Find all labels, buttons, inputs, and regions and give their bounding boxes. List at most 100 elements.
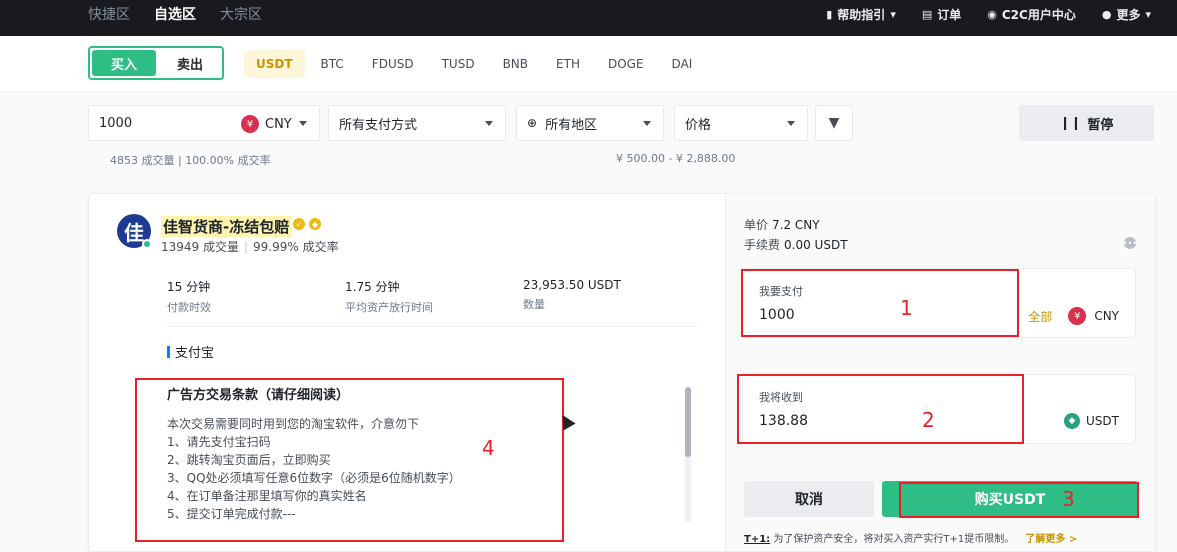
cny-icon: ¥ [1068,307,1087,325]
merchant-stats: 13949 成交量 | 99.99% 成交率 [161,238,339,255]
order-count: 13949 成交量 [161,240,239,254]
fee-value: 0.00 USDT [784,238,848,252]
annotation-box-4 [135,378,564,542]
buy-sell-toggle: 买入 卖出 [88,46,224,80]
coin-doge[interactable]: DOGE [596,50,656,78]
usdt-icon: ◆ [1064,413,1081,429]
annotation-box-3 [899,482,1139,518]
chevron-down-icon [299,121,307,126]
chevron-down-icon: ▾ [1145,7,1151,21]
cancel-button[interactable]: 取消 [744,481,874,517]
annotation-number-1: 1 [900,296,913,320]
sell-tab[interactable]: 卖出 [158,48,222,78]
c2c-center-link[interactable]: ◉ C2C用户中心 [987,6,1076,23]
metric-label: 平均资产放行时间 [345,301,433,314]
coin-usdt[interactable]: USDT [244,50,305,78]
pay-unit-label: CNY [1094,309,1119,323]
buy-tab[interactable]: 买入 [92,50,156,76]
top-nav: 快捷区 自选区 大宗区 ▮ 帮助指引 ▾ ▤ 订单 ◉ C2C用户中心 ● 更多… [0,0,1177,36]
fiat-label: CNY [265,116,292,132]
verified-icon: ✓ [293,218,305,230]
coin-tusd[interactable]: TUSD [430,50,487,78]
metric-payment-time: 15 分钟 付款时效 [167,278,211,315]
coin-fdusd[interactable]: FDUSD [360,50,426,78]
terms-scrollbar[interactable] [685,387,691,522]
metric-quantity: 23,953.50 USDT 数量 [523,278,621,312]
filter-button[interactable]: ▼ [815,105,853,141]
help-menu[interactable]: ▮ 帮助指引 ▾ [826,6,896,23]
coin-eth[interactable]: ETH [544,50,592,78]
payment-method-marker [167,345,170,358]
payment-method: 支付宝 [167,342,214,361]
receive-unit-label: USDT [1086,414,1119,428]
prev-row-range: ¥ 500.00 - ¥ 2,888.00 [616,152,736,165]
more-label: 更多 [1116,7,1141,22]
fiat-select[interactable]: ¥ CNY [241,115,292,133]
merchant-badges: ✓ ◆ [293,218,321,230]
coin-list: USDT BTC FDUSD TUSD BNB ETH DOGE DAI [244,50,708,78]
note-text: 为了保护资产安全，将对买入资产实行T+1提币限制。 [773,534,1015,545]
globe-icon: ⊕ [527,116,538,130]
payment-method-label: 支付宝 [175,346,215,361]
pause-button[interactable]: ❙❙ 暂停 [1019,105,1154,141]
scrollbar-thumb[interactable] [685,387,691,457]
amount-input[interactable]: 1000 ¥ CNY [88,105,320,141]
annotation-number-3: 3 [1062,487,1075,511]
region-label: 所有地区 [545,117,598,133]
more-icon: ● [1101,7,1112,21]
pause-label: 暂停 [1087,117,1114,133]
annotation-number-4: 4 [482,436,495,460]
tab-quick[interactable]: 快捷区 [88,4,130,24]
t1-note: T+1: 为了保护资产安全，将对买入资产实行T+1提币限制。 了解更多 > [744,530,1077,545]
region-select[interactable]: ⊕ 所有地区 [516,105,664,141]
pause-icon: ❙❙ [1059,115,1082,131]
receive-unit: ◆ USDT [1064,413,1119,429]
pay-unit: 全部 ¥ CNY [1028,307,1119,325]
amount-value: 1000 [99,115,133,131]
orders-link[interactable]: ▤ 订单 [922,6,961,23]
tab-block[interactable]: 大宗区 [220,4,262,24]
cny-icon: ¥ [241,115,259,133]
metric-release-time: 1.75 分钟 平均资产放行时间 [345,278,433,315]
metric-label: 数量 [523,298,545,311]
help-icon: ▮ [826,7,833,21]
orders-label: 订单 [937,7,962,22]
fee: 手续费 0.00 USDT [744,236,848,253]
orders-icon: ▤ [921,7,933,21]
metric-value: 1.75 分钟 [345,280,400,294]
annotation-box-2 [737,374,1024,444]
c2c-label: C2C用户中心 [1001,7,1076,22]
sort-label: 价格 [685,117,712,133]
chevron-down-icon [643,121,651,126]
coin-btc[interactable]: BTC [309,50,356,78]
metric-value: 15 分钟 [167,280,211,294]
chevron-down-icon [787,121,795,126]
coin-bar: 买入 卖出 USDT BTC FDUSD TUSD BNB ETH DOGE D… [0,36,1177,92]
annotation-number-2: 2 [922,408,935,432]
merchant-name[interactable]: 佳智货商-冻结包赔 [161,216,292,237]
avatar: 佳 [117,214,152,249]
coin-dai[interactable]: DAI [660,50,705,78]
pay-all-button[interactable]: 全部 [1028,308,1052,325]
note-tag: T+1: [744,534,771,545]
filter-icon: ▼ [828,115,840,131]
fee-label: 手续费 [744,238,781,252]
completion-rate: 99.99% 成交率 [253,240,339,254]
annotation-box-1 [741,269,1019,337]
more-menu[interactable]: ● 更多 ▾ [1102,6,1151,23]
nav-actions: ▮ 帮助指引 ▾ ▤ 订单 ◉ C2C用户中心 ● 更多 ▾ [826,0,1151,28]
price-label: 单价 [744,218,769,232]
tab-custom[interactable]: 自选区 [154,4,196,24]
help-label: 帮助指引 [837,7,886,22]
coin-bnb[interactable]: BNB [491,50,540,78]
metric-value: 23,953.50 USDT [523,278,621,292]
chevron-down-icon: ▾ [890,7,896,21]
divider [167,326,697,327]
filter-bar: 1000 ¥ CNY 所有支付方式 ⊕ 所有地区 价格 ▼ ❙❙ 暂停 [0,92,1177,152]
chevron-down-icon [485,121,493,126]
more-icon[interactable]: ••• [1123,237,1137,249]
learn-more-link[interactable]: 了解更多 > [1025,534,1077,545]
payment-select[interactable]: 所有支付方式 [328,105,506,141]
sort-select[interactable]: 价格 [674,105,808,141]
metric-label: 付款时效 [167,301,211,314]
